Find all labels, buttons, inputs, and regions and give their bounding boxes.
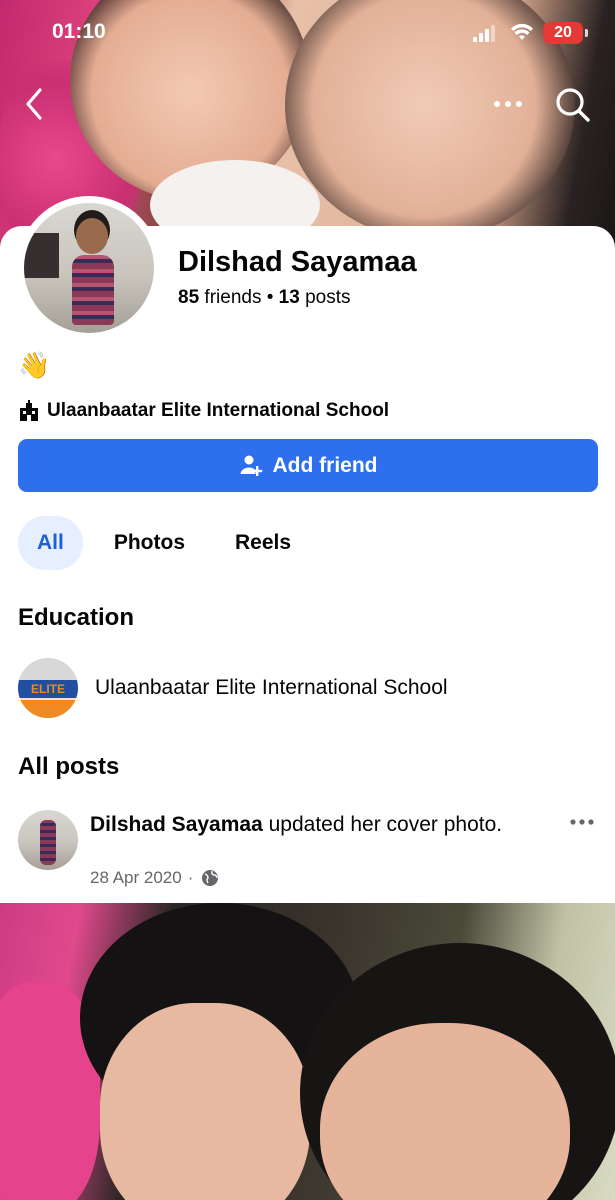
post-author-name[interactable]: Dilshad Sayamaa <box>90 813 263 836</box>
add-person-icon <box>240 455 262 476</box>
post-avatar-detail <box>40 820 56 865</box>
profile-tabs: All Photos Reels <box>18 516 322 570</box>
counts-separator: • <box>266 287 274 308</box>
meta-separator: · <box>187 868 194 887</box>
education-item[interactable]: ELITE Ulaanbaatar Elite International Sc… <box>18 658 448 718</box>
post-meta: 28 Apr 2020 · <box>90 868 219 888</box>
add-friend-label: Add friend <box>272 453 378 477</box>
posts-count: 13 <box>278 287 300 308</box>
tab-photos[interactable]: Photos <box>95 516 204 570</box>
profile-school[interactable]: Ulaanbaatar Elite International School <box>18 400 389 422</box>
friends-label[interactable]: friends <box>204 287 261 308</box>
avatar-image-detail <box>76 218 108 254</box>
add-friend-button[interactable]: Add friend <box>18 439 598 492</box>
profile-avatar[interactable] <box>17 196 161 340</box>
post-author-avatar[interactable] <box>18 810 78 870</box>
more-horizontal-icon[interactable] <box>490 90 526 118</box>
profile-counts: 85 friends • 13 posts <box>178 287 351 309</box>
friends-count[interactable]: 85 <box>178 287 199 308</box>
post-photo[interactable] <box>0 903 615 1200</box>
avatar-image-detail <box>72 255 114 325</box>
avatar-image-detail <box>24 233 59 278</box>
post-headline: Dilshad Sayamaa updated her cover photo. <box>90 810 550 839</box>
cover-nav <box>0 82 615 126</box>
education-title: Education <box>18 604 135 631</box>
post-action-text: updated her cover photo. <box>268 813 503 836</box>
posts-label: posts <box>305 287 351 308</box>
school-logo-detail <box>18 700 78 718</box>
profile-name: Dilshad Sayamaa <box>178 246 417 278</box>
chevron-left-icon[interactable] <box>20 82 50 126</box>
all-posts-title: All posts <box>18 753 120 780</box>
post-date[interactable]: 28 Apr 2020 <box>90 868 182 888</box>
globe-icon <box>202 870 219 886</box>
battery-indicator: 20 <box>543 22 588 44</box>
avatar-image <box>24 203 154 333</box>
status-time: 01:10 <box>52 20 106 43</box>
post-photo-region <box>100 1003 310 1200</box>
school-text: Ulaanbaatar Elite International School <box>47 400 390 421</box>
wifi-icon <box>511 23 533 40</box>
school-building-icon <box>20 400 38 421</box>
post-more-icon[interactable] <box>568 812 596 832</box>
signal-icon <box>473 25 495 42</box>
bio-emoji: 👋 <box>18 350 51 380</box>
education-school-name: Ulaanbaatar Elite International School <box>95 676 448 699</box>
tab-all[interactable]: All <box>18 516 83 570</box>
school-logo-text: ELITE <box>18 680 78 698</box>
school-logo: ELITE <box>18 658 78 718</box>
tab-reels[interactable]: Reels <box>216 516 310 570</box>
status-bar: 01:10 20 <box>0 0 615 66</box>
school-logo-detail <box>18 658 78 680</box>
search-icon[interactable] <box>552 84 592 124</box>
